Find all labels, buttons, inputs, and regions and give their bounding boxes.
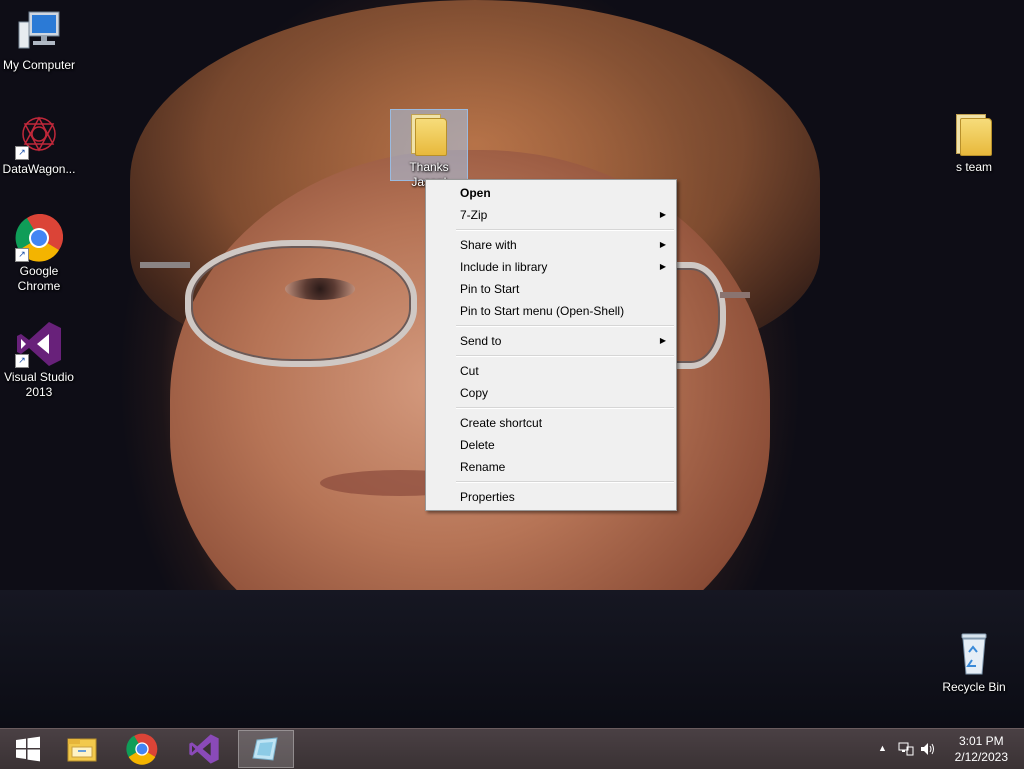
visual-studio-icon bbox=[189, 734, 219, 764]
menu-item-include-in-library[interactable]: Include in library ▶ bbox=[426, 256, 676, 278]
menu-item-copy[interactable]: Copy bbox=[426, 382, 676, 404]
shortcut-arrow-icon: ↗ bbox=[15, 146, 29, 160]
menu-separator bbox=[456, 355, 674, 357]
submenu-arrow-icon: ▶ bbox=[659, 262, 666, 271]
submenu-arrow-icon: ▶ bbox=[659, 210, 666, 219]
desktop-icon-datawagon[interactable]: ↗ DataWagon... bbox=[0, 112, 78, 177]
desktop-icon-recycle-bin[interactable]: Recycle Bin bbox=[935, 630, 1013, 695]
submenu-arrow-icon: ▶ bbox=[659, 240, 666, 249]
taskbar-visual-studio[interactable] bbox=[176, 730, 232, 768]
wallpaper-glasses-arm bbox=[140, 262, 190, 268]
desktop-icon-visual-studio[interactable]: ↗ Visual Studio 2013 bbox=[0, 320, 78, 400]
datawagon-icon: ↗ bbox=[15, 112, 63, 160]
volume-icon[interactable] bbox=[920, 741, 936, 760]
system-tray: ▲ 3:01 PM 2/12/2023 bbox=[864, 729, 1024, 769]
submenu-arrow-icon: ▶ bbox=[659, 336, 666, 345]
chrome-icon: ↗ bbox=[15, 213, 64, 262]
recycle-bin-icon bbox=[950, 630, 998, 678]
visual-studio-icon: ↗ bbox=[15, 320, 63, 368]
menu-item-share-with[interactable]: Share with ▶ bbox=[426, 234, 676, 256]
start-button[interactable] bbox=[0, 730, 56, 768]
computer-icon bbox=[15, 8, 63, 56]
menu-item-send-to[interactable]: Send to ▶ bbox=[426, 330, 676, 352]
clock-date: 2/12/2023 bbox=[954, 750, 1008, 764]
desktop-icon-thanks-jason-folder[interactable]: Thanks Jason! bbox=[390, 109, 468, 189]
menu-item-cut[interactable]: Cut bbox=[426, 360, 676, 382]
desktop-icon-my-computer[interactable]: My Computer bbox=[0, 8, 78, 73]
clock[interactable]: 3:01 PM 2/12/2023 bbox=[955, 733, 1008, 765]
folder-front-shape bbox=[960, 118, 992, 156]
taskbar: ▲ 3:01 PM 2/12/2023 bbox=[0, 728, 1024, 769]
shortcut-arrow-icon: ↗ bbox=[15, 248, 29, 262]
menu-item-pin-to-start[interactable]: Pin to Start bbox=[426, 278, 676, 300]
show-hidden-icons-icon[interactable]: ▲ bbox=[878, 743, 887, 753]
menu-item-pin-to-start-menu-open-shell[interactable]: Pin to Start menu (Open-Shell) bbox=[426, 300, 676, 322]
network-icon[interactable] bbox=[898, 741, 914, 760]
wallpaper-eye bbox=[285, 278, 355, 300]
taskbar-chrome[interactable] bbox=[114, 730, 170, 768]
menu-item-rename[interactable]: Rename bbox=[426, 456, 676, 478]
taskbar-file-explorer[interactable] bbox=[54, 730, 110, 768]
menu-separator bbox=[456, 325, 674, 327]
menu-item-open[interactable]: Open bbox=[426, 182, 676, 204]
wallpaper-glasses-temple bbox=[720, 292, 750, 298]
clock-time: 3:01 PM bbox=[958, 734, 1004, 748]
wallpaper-glasses-lens-left bbox=[185, 240, 417, 367]
folder-icon bbox=[405, 110, 453, 158]
shortcut-arrow-icon: ↗ bbox=[15, 354, 29, 368]
menu-item-7zip[interactable]: 7-Zip ▶ bbox=[426, 204, 676, 226]
taskbar-paint[interactable] bbox=[238, 730, 294, 768]
menu-separator bbox=[456, 229, 674, 231]
desktop[interactable]: My Computer ↗ DataWagon... ↗ Google Chro… bbox=[0, 0, 1024, 728]
folder-front-shape bbox=[415, 118, 447, 156]
start-icon bbox=[16, 736, 40, 762]
menu-separator bbox=[456, 407, 674, 409]
folder-icon bbox=[950, 110, 998, 158]
menu-item-create-shortcut[interactable]: Create shortcut bbox=[426, 412, 676, 434]
menu-item-properties[interactable]: Properties bbox=[426, 486, 676, 508]
menu-separator bbox=[456, 481, 674, 483]
wallpaper-shirt bbox=[0, 590, 1024, 728]
context-menu: Open 7-Zip ▶ Share with ▶ Include in libra… bbox=[425, 179, 677, 511]
desktop-icon-google-chrome[interactable]: ↗ Google Chrome bbox=[0, 213, 78, 294]
file-explorer-icon bbox=[67, 738, 97, 762]
menu-item-delete[interactable]: Delete bbox=[426, 434, 676, 456]
desktop-icon-s-team-folder[interactable]: s team bbox=[935, 110, 1013, 175]
chrome-icon bbox=[126, 733, 158, 765]
paint-icon bbox=[252, 737, 278, 761]
